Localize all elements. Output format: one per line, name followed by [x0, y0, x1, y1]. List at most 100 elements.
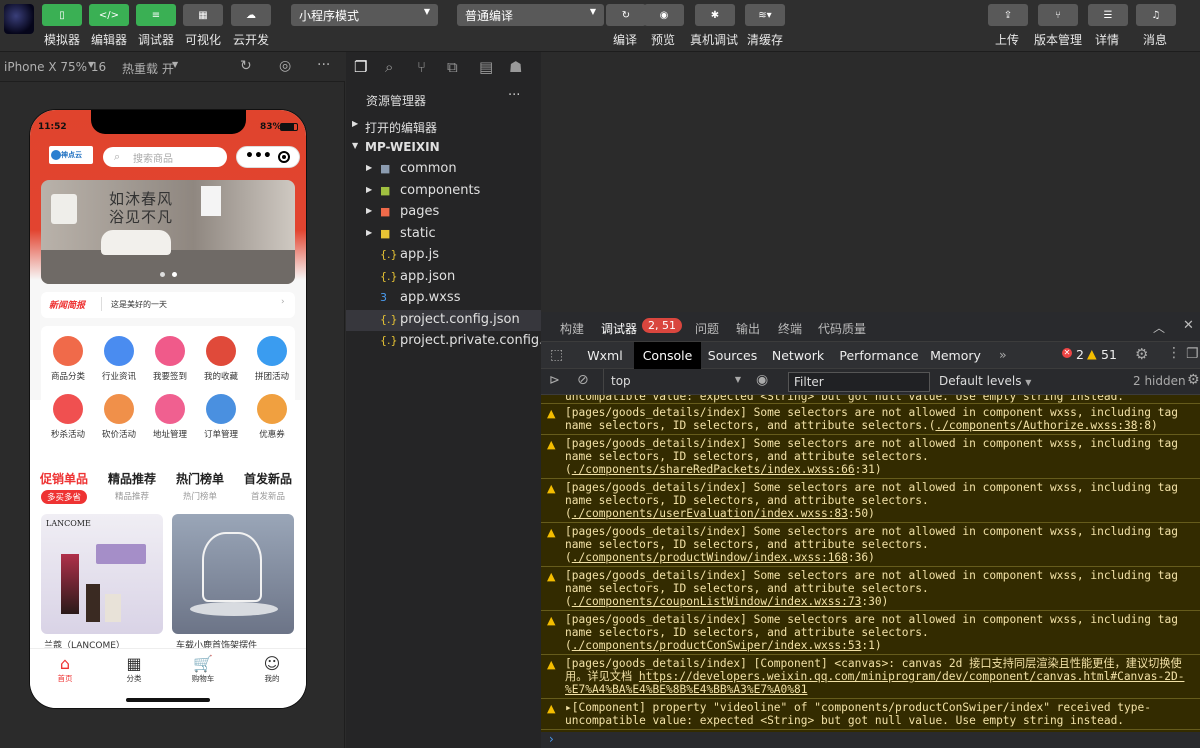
grid-item[interactable]: 商品分类: [43, 336, 93, 382]
product-card-deer[interactable]: [172, 514, 294, 634]
inspect-element-icon[interactable]: ⬚: [550, 347, 563, 363]
clear-console-icon[interactable]: ⊘: [577, 372, 589, 388]
details-button[interactable]: ☰: [1088, 4, 1128, 26]
version-button[interactable]: ⑂: [1038, 4, 1078, 26]
news-bar[interactable]: 新闻简报 这是美好的一天 ›: [41, 292, 295, 318]
panel-tab[interactable]: Memory: [927, 342, 984, 369]
devtools-tab[interactable]: 构建: [560, 320, 584, 337]
files-icon[interactable]: ❐: [354, 58, 367, 76]
panel-tab[interactable]: Network: [769, 342, 827, 369]
source-control-icon[interactable]: ⑂: [417, 58, 426, 76]
close-icon[interactable]: ✕: [1183, 318, 1194, 333]
gear-icon[interactable]: ⚙: [1187, 372, 1200, 388]
cloud-button[interactable]: ☁: [231, 4, 271, 26]
devtools-tab[interactable]: 调试器: [601, 320, 637, 337]
source-link[interactable]: ./components/productWindow/index.wxss:16…: [572, 551, 848, 564]
tree-folder[interactable]: ▶ ■ pages: [346, 202, 541, 223]
chevron-up-icon[interactable]: ︿: [1153, 319, 1165, 336]
explorer-more-button[interactable]: ···: [508, 88, 520, 103]
bottom-tab-3[interactable]: 🛒 购物车: [178, 655, 228, 684]
log-levels-select[interactable]: Default levels ▼: [939, 374, 1031, 388]
search-icon[interactable]: ⌕: [385, 58, 393, 76]
sidebar-toggle-icon[interactable]: ⊳: [549, 373, 560, 388]
rotate-icon[interactable]: ↻: [240, 58, 252, 74]
remote-debug-button[interactable]: ✱: [695, 4, 735, 26]
grid-item[interactable]: 行业资讯: [94, 336, 144, 382]
grid-item[interactable]: 地址管理: [145, 394, 195, 440]
source-link[interactable]: ./components/productConSwiper/index.wxss…: [572, 639, 862, 652]
product-tab[interactable]: 精品推荐 精品推荐: [98, 470, 166, 502]
warning-count[interactable]: 51: [1101, 347, 1117, 362]
docker-icon[interactable]: ☗: [509, 58, 522, 76]
tree-file[interactable]: 3 app.wxss: [346, 288, 541, 309]
user-avatar[interactable]: [4, 4, 34, 34]
capsule-menu[interactable]: •••: [236, 146, 300, 168]
visual-toggle-button[interactable]: ▦: [183, 4, 223, 26]
gear-icon[interactable]: ⚙: [1135, 345, 1148, 363]
compile-button[interactable]: ↻: [606, 4, 646, 26]
open-editors-section[interactable]: ▶ 打开的编辑器: [346, 116, 541, 137]
source-link[interactable]: ./components/couponListWindow/index.wxss…: [572, 595, 862, 608]
grid-item[interactable]: 砍价活动: [94, 394, 144, 440]
error-count[interactable]: 2: [1076, 347, 1084, 362]
grid-item[interactable]: 秒杀活动: [43, 394, 93, 440]
devtools-tab[interactable]: 输出: [736, 320, 760, 337]
editor-toggle-button[interactable]: </>: [89, 4, 129, 26]
dock-icon[interactable]: ❐: [1186, 346, 1199, 362]
more-dots-icon[interactable]: •••: [245, 148, 272, 164]
devtools-tab[interactable]: 终端: [778, 320, 802, 337]
close-miniprogram-icon[interactable]: [278, 151, 290, 163]
product-card-lancome[interactable]: LANCOME: [41, 514, 163, 634]
storage-icon[interactable]: ▤: [479, 58, 493, 76]
eye-icon[interactable]: ◉: [756, 372, 768, 388]
debugger-toggle-button[interactable]: ≡: [136, 4, 176, 26]
panel-tab[interactable]: Sources: [703, 342, 762, 369]
source-link[interactable]: https://developers.weixin.qq.com/minipro…: [565, 670, 1184, 696]
devtools-tab[interactable]: 代码质量: [818, 320, 866, 337]
tree-folder[interactable]: ▶ ■ components: [346, 181, 541, 202]
bottom-tab-2[interactable]: ▦ 分类: [109, 655, 159, 684]
grid-item[interactable]: 优惠券: [247, 394, 297, 440]
carousel-dot-active[interactable]: [172, 272, 177, 277]
extensions-icon[interactable]: ⧉: [447, 58, 458, 76]
tree-file[interactable]: {.} project.private.config...: [346, 331, 541, 352]
mode-select[interactable]: 小程序模式 ▼: [291, 4, 438, 26]
upload-button[interactable]: ⇪: [988, 4, 1028, 26]
source-link[interactable]: ./components/Authorize.wxss:38: [935, 419, 1137, 432]
hot-reload-toggle[interactable]: 热重载 开: [122, 60, 174, 77]
stop-icon[interactable]: ◎: [279, 58, 291, 74]
phone-search-input[interactable]: 搜索商品: [103, 147, 227, 167]
product-tab[interactable]: 促销单品 多买多省: [30, 470, 98, 504]
promo-banner[interactable]: 如沐春风 浴见不凡: [41, 180, 295, 284]
compile-mode-select[interactable]: 普通编译 ▼: [457, 4, 604, 26]
devtools-tab[interactable]: 问题: [695, 320, 719, 337]
carousel-dot[interactable]: [160, 272, 165, 277]
context-select[interactable]: top ▼: [611, 374, 741, 388]
tree-file[interactable]: {.} app.js: [346, 245, 541, 266]
panel-tab[interactable]: Wxml: [585, 342, 625, 369]
kebab-menu-icon[interactable]: ⋮: [1167, 345, 1181, 361]
console-filter-input[interactable]: Filter: [788, 372, 930, 392]
bottom-tab-4[interactable]: ☺ 我的: [247, 655, 297, 684]
more-panels-button[interactable]: »: [999, 347, 1007, 362]
clear-cache-button[interactable]: ≋▾: [745, 4, 785, 26]
product-tab[interactable]: 热门榜单 热门榜单: [166, 470, 234, 502]
preview-button[interactable]: ◉: [644, 4, 684, 26]
tree-folder[interactable]: ▶ ■ common: [346, 159, 541, 180]
bottom-tab-1[interactable]: ⌂ 首页: [40, 655, 90, 684]
source-link[interactable]: ./components/shareRedPackets/index.wxss:…: [572, 463, 855, 476]
panel-tab[interactable]: Performance: [837, 342, 921, 369]
tree-file[interactable]: {.} app.json: [346, 267, 541, 288]
tree-folder[interactable]: ▶ ■ static: [346, 224, 541, 245]
project-root[interactable]: ▼ MP-WEIXIN: [346, 137, 541, 158]
more-icon[interactable]: ···: [317, 57, 330, 73]
grid-item[interactable]: 我的收藏: [196, 336, 246, 382]
product-tab[interactable]: 首发新品 首发新品: [234, 470, 302, 502]
messages-button[interactable]: ♫: [1136, 4, 1176, 26]
panel-tab[interactable]: Console: [634, 342, 701, 369]
console-prompt[interactable]: ›: [541, 732, 1200, 748]
grid-item[interactable]: 订单管理: [196, 394, 246, 440]
simulator-toggle-button[interactable]: ▯: [42, 4, 82, 26]
grid-item[interactable]: 我要签到: [145, 336, 195, 382]
grid-item[interactable]: 拼团活动: [247, 336, 297, 382]
